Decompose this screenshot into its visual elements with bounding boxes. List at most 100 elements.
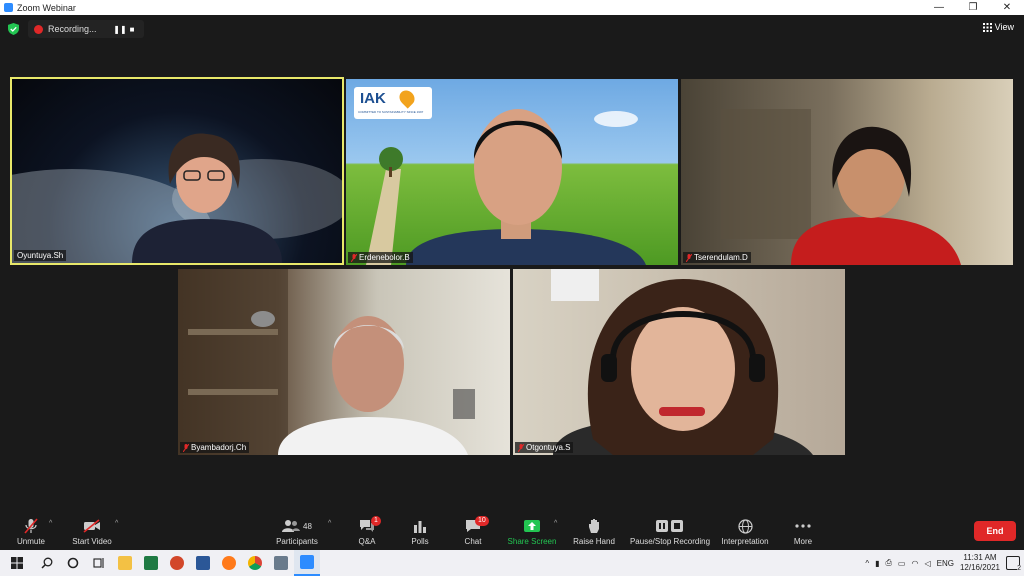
clock-date: 12/16/2021 [959,563,1000,572]
stop-recording-icon[interactable]: ■ [126,23,138,35]
language-indicator[interactable]: ENG [937,559,954,568]
search-taskbar-button[interactable] [34,550,60,576]
minimize-button[interactable]: — [922,0,956,15]
system-tray: ^ ▮ ⎙ ▭ ◠ ◁ ENG 11:31 AM 12/16/2021 2 [865,550,1021,576]
cortana-button[interactable] [60,550,86,576]
task-view-icon [93,558,104,568]
mic-muted-icon [686,253,692,262]
word-taskbar-button[interactable] [190,550,216,576]
share-screen-icon [524,520,540,532]
view-label: View [994,22,1014,32]
zoom-icon [300,555,314,569]
excel-taskbar-button[interactable] [138,550,164,576]
recording-dot-icon [34,24,43,34]
participant-name: Byambadorj.Ch [191,443,247,452]
firefox-icon [222,556,236,570]
chrome-taskbar-button[interactable] [242,550,268,576]
clock-time: 11:31 AM [963,553,997,562]
participant-nameplate: Otgontuya.S [515,442,574,453]
participant-name: Otgontuya.S [526,443,571,452]
tray-app-icon[interactable]: ▮ [875,559,879,568]
pause-recording-icon[interactable]: ❚❚ [113,23,126,35]
video-tile-erdenebolor[interactable]: IAK COMMITTED TO SUSTAINABILITY SINCE 19… [346,79,678,265]
excel-icon [144,556,158,570]
battery-icon[interactable]: ▭ [898,559,906,568]
video-options-caret-icon[interactable]: ^ [115,520,118,527]
zoom-taskbar-button[interactable] [294,550,320,576]
tray-network-device-icon[interactable]: ⎙ [886,558,892,568]
participant-video [12,133,342,263]
encryption-shield-icon[interactable] [8,23,19,35]
mic-muted-icon [351,253,357,262]
video-tile-otgontuya[interactable]: Otgontuya.S [513,269,845,455]
video-tile-byambadorj[interactable]: Byambadorj.Ch [178,269,510,455]
logo-pin-icon [396,87,418,109]
end-button[interactable]: End [974,521,1016,541]
participant-nameplate: Erdenebolor.B [348,252,413,263]
window-titlebar: Zoom Webinar — ❐ ✕ [0,0,1024,15]
logo-subtitle: COMMITTED TO SUSTAINABILITY SINCE 1997 [358,110,424,114]
start-button[interactable] [0,550,34,576]
logo-text: IAK [360,90,386,107]
more-label: More [793,537,813,546]
share-options-caret-icon[interactable]: ^ [554,520,557,527]
maximize-button[interactable]: ❐ [956,0,990,15]
participant-nameplate: Oyuntuya.Sh [14,250,67,261]
raise-hand-button[interactable]: Raise Hand [559,517,629,546]
participants-button[interactable]: 48 Participants [262,517,332,546]
tray-expand-caret-icon[interactable]: ^ [865,559,869,568]
folder-icon [118,556,132,570]
qa-badge: 1 [371,516,381,526]
mic-muted-icon [24,518,38,534]
notifications-button[interactable]: 2 [1006,556,1021,572]
word-icon [196,556,210,570]
start-video-label: Start Video [72,537,112,546]
pause-stop-recording-button[interactable]: Pause/Stop Recording [624,517,716,546]
video-tile-tserendulam[interactable]: Tserendulam.D [681,79,1013,265]
participant-name: Oyuntuya.Sh [17,251,64,260]
share-screen-label: Share Screen [507,537,557,546]
participant-nameplate: Tserendulam.D [683,252,751,263]
volume-icon[interactable]: ◁ [924,559,930,568]
firefox-taskbar-button[interactable] [216,550,242,576]
meeting-toolbar: Unmute ^ Start Video ^ 48 Participants ^ [0,513,1024,550]
more-icon [795,524,811,528]
view-button[interactable]: View [982,22,1014,32]
participant-name: Tserendulam.D [694,253,748,262]
mic-muted-icon [518,443,524,452]
clock[interactable]: 11:31 AM 12/16/2021 [960,553,1000,573]
zoom-app-icon [4,3,13,12]
recording-indicator: Recording... ❚❚ ■ [28,20,144,38]
polls-icon [414,521,426,533]
participants-options-caret-icon[interactable]: ^ [328,520,331,527]
raise-hand-icon [589,519,599,533]
participant-video [721,109,961,265]
network-app-taskbar-button[interactable] [268,550,294,576]
cortana-icon [67,557,79,569]
powerpoint-taskbar-button[interactable] [164,550,190,576]
participants-icon [282,520,301,532]
task-view-button[interactable] [86,550,112,576]
notification-count: 2 [1017,565,1021,572]
pause-stop-recording-icon [656,520,683,532]
participant-video [178,269,475,455]
close-button[interactable]: ✕ [990,0,1024,15]
video-tile-oyuntuya[interactable]: Oyuntuya.Sh [10,77,344,265]
video-off-icon [83,519,100,533]
network-app-icon [274,556,288,570]
participants-count: 48 [303,521,312,531]
grid-view-icon [982,22,992,32]
more-button[interactable]: More [768,517,838,546]
recording-label: Recording... [48,24,97,34]
file-explorer-taskbar-button[interactable] [112,550,138,576]
participant-name: Erdenebolor.B [359,253,410,262]
chrome-icon [248,556,262,570]
window-title: Zoom Webinar [17,2,76,13]
pause-stop-recording-label: Pause/Stop Recording [629,537,711,546]
search-icon [41,557,53,569]
participants-label: Participants [276,537,318,546]
wifi-icon[interactable]: ◠ [911,559,918,568]
powerpoint-icon [170,556,184,570]
mic-muted-icon [183,443,189,452]
audio-options-caret-icon[interactable]: ^ [49,520,52,527]
